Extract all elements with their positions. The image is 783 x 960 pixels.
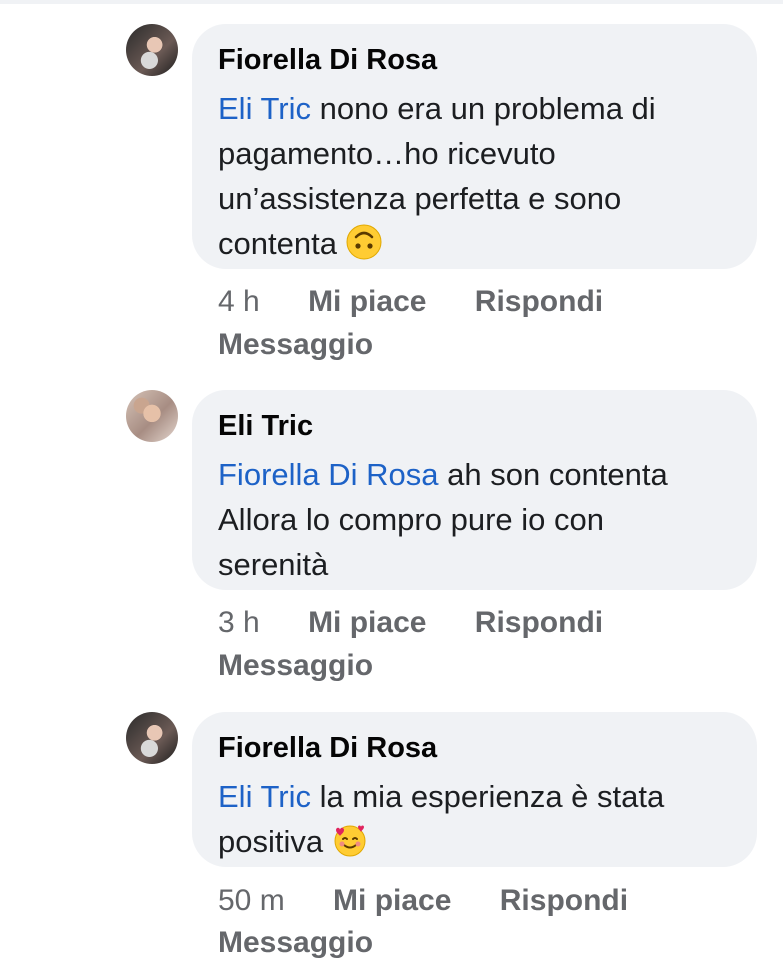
comment-bubble: Eli Tric Fiorella Di Rosa ah son content…: [192, 390, 757, 590]
comment-time[interactable]: 3 h: [218, 606, 260, 639]
comment-author[interactable]: Eli Tric: [218, 410, 313, 443]
avatar[interactable]: [126, 24, 178, 76]
mention-link[interactable]: Eli Tric: [218, 91, 311, 126]
comment-author[interactable]: Fiorella Di Rosa: [218, 732, 437, 765]
comment-author[interactable]: Fiorella Di Rosa: [218, 44, 437, 77]
upside-down-face-emoji-icon: [346, 224, 382, 260]
comment-actions: 50 m Mi piace Rispondi: [218, 884, 628, 918]
reply-button[interactable]: Rispondi: [475, 285, 603, 318]
reply-button[interactable]: Rispondi: [500, 884, 628, 917]
message-button[interactable]: Messaggio: [218, 328, 373, 362]
message-button[interactable]: Messaggio: [218, 649, 373, 683]
comment-time[interactable]: 50 m: [218, 884, 285, 917]
comment-actions: 3 h Mi piace Rispondi: [218, 606, 603, 640]
comment-time[interactable]: 4 h: [218, 285, 260, 318]
like-button[interactable]: Mi piace: [333, 884, 451, 917]
like-button[interactable]: Mi piace: [308, 606, 426, 639]
mention-link[interactable]: Eli Tric: [218, 779, 311, 814]
avatar[interactable]: [126, 390, 178, 442]
comment-bubble: Fiorella Di Rosa Eli Tric nono era un pr…: [192, 24, 757, 269]
comment-text: Eli Tric la mia esperienza è stata posit…: [218, 779, 665, 859]
comment-text: Eli Tric nono era un problema di pagamen…: [218, 91, 656, 261]
avatar[interactable]: [126, 712, 178, 764]
top-divider: [0, 0, 783, 4]
comment-bubble: Fiorella Di Rosa Eli Tric la mia esperie…: [192, 712, 757, 867]
reply-button[interactable]: Rispondi: [475, 606, 603, 639]
like-button[interactable]: Mi piace: [308, 285, 426, 318]
smiling-face-with-hearts-emoji-icon: [334, 825, 366, 857]
message-button[interactable]: Messaggio: [218, 926, 373, 960]
comment-actions: 4 h Mi piace Rispondi: [218, 285, 603, 319]
mention-link[interactable]: Fiorella Di Rosa: [218, 457, 439, 492]
comment-text: Fiorella Di Rosa ah son contenta Allora …: [218, 457, 668, 582]
